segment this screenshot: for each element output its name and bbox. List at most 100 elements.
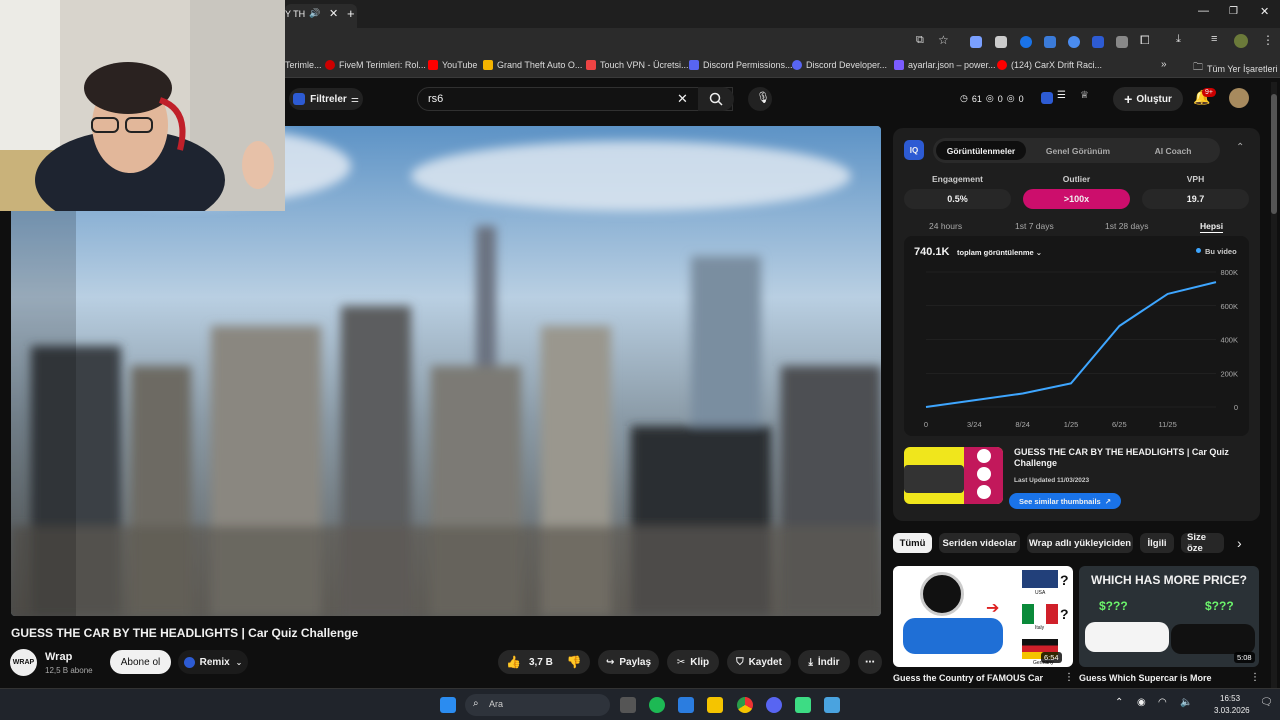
extension-icon[interactable] <box>1020 36 1032 48</box>
more-icon[interactable]: ⋮ <box>1064 672 1074 683</box>
bookmark-item[interactable]: YouTube <box>428 60 477 70</box>
range-28d[interactable]: 1st 28 days <box>1105 221 1148 231</box>
bookmark-item[interactable]: Grand Theft Auto O... <box>483 60 582 70</box>
clear-search-icon[interactable]: ✕ <box>677 91 688 107</box>
menu-icon[interactable]: ≡ <box>1211 33 1217 45</box>
bookmark-item[interactable]: Discord Developer... <box>792 60 887 70</box>
extension-icon[interactable] <box>1116 36 1128 48</box>
bookmark-item[interactable]: FiveM Terimleri: Rol... <box>325 60 426 70</box>
tab-ai-coach[interactable]: AI Coach <box>1129 141 1217 160</box>
extension-icon[interactable] <box>995 36 1007 48</box>
chevron-up-icon[interactable]: ⌃ <box>1115 697 1123 708</box>
star-icon[interactable]: ☆ <box>938 33 949 47</box>
channel-name[interactable]: Wrap <box>45 651 72 663</box>
tab-views[interactable]: Görüntülenmeler <box>936 141 1026 160</box>
app-icon[interactable] <box>795 697 811 713</box>
rec-thumbnail-1[interactable]: ➔ USA Italy Germany ? ? 6:54 <box>893 566 1073 667</box>
bookmark-item[interactable]: Terimle... <box>285 60 322 70</box>
brand-logo-icon <box>977 467 991 481</box>
more-bookmarks-icon[interactable]: » <box>1161 59 1167 70</box>
notification-icon[interactable]: 🗨 <box>1260 697 1273 708</box>
extension-icon[interactable] <box>1092 36 1104 48</box>
vscode-icon[interactable] <box>678 697 694 713</box>
puzzle-icon[interactable]: ⧠ <box>1140 33 1150 48</box>
clock-time[interactable]: 16:53 <box>1220 694 1240 703</box>
range-24h[interactable]: 24 hours <box>929 221 962 231</box>
file-explorer-icon[interactable] <box>707 697 723 713</box>
discord-icon[interactable] <box>766 697 782 713</box>
discord-tray-icon[interactable]: ◉ <box>1137 697 1146 708</box>
views-dropdown[interactable]: toplam görüntülenme ⌄ <box>957 248 1042 257</box>
close-tab-icon[interactable]: ✕ <box>329 7 338 20</box>
like-icon[interactable]: 👍 <box>506 655 521 669</box>
bookmark-item[interactable]: ayarlar.json – power... <box>894 60 996 70</box>
trophy-icon[interactable]: ♕ <box>1080 90 1089 101</box>
window-close-icon[interactable]: ✕ <box>1260 5 1269 18</box>
extension-icon[interactable] <box>970 36 982 48</box>
extension-icon[interactable] <box>1068 36 1080 48</box>
list-icon[interactable]: ☰ <box>1057 90 1066 101</box>
wifi-icon[interactable]: ◠ <box>1158 697 1167 708</box>
maximize-icon[interactable]: ❐ <box>1229 6 1238 17</box>
all-bookmarks[interactable]: 🗀 Tüm Yer İşaretleri <box>1193 60 1278 77</box>
dislike-icon[interactable]: 👎 <box>567 655 582 669</box>
similar-thumbnails-button[interactable]: See similar thumbnails ↗ <box>1009 493 1121 509</box>
more-icon[interactable]: ⋮ <box>1262 33 1274 47</box>
chip-related[interactable]: İlgili <box>1140 533 1174 553</box>
chip-for-you[interactable]: Size öze <box>1181 533 1224 553</box>
save-button[interactable]: ⛉ Kaydet <box>727 650 791 674</box>
chip-all[interactable]: Tümü <box>893 533 932 553</box>
flag-label: Italy <box>1035 625 1045 631</box>
remix-button[interactable]: Remix ⌄ <box>178 650 248 674</box>
bookmark-item[interactable]: (124) CarX Drift Raci... <box>997 60 1102 70</box>
spotify-icon[interactable] <box>649 697 665 713</box>
chip-series[interactable]: Seriden videolar <box>939 533 1020 553</box>
subscribe-button[interactable]: Abone ol <box>110 650 171 674</box>
collapse-icon[interactable]: ⌃ <box>1236 142 1244 153</box>
extension-icon[interactable] <box>1044 36 1056 48</box>
user-avatar[interactable] <box>1229 88 1249 108</box>
cast-icon[interactable]: ⧉ <box>916 34 924 47</box>
metric-value: 19.7 <box>1186 194 1205 204</box>
scrollbar-thumb[interactable] <box>1271 94 1277 214</box>
share-button[interactable]: ↪ Paylaş <box>598 650 659 674</box>
search-button[interactable] <box>698 87 734 111</box>
app-icon[interactable] <box>824 697 840 713</box>
range-7d[interactable]: 1st 7 days <box>1015 221 1054 231</box>
bookmark-icon <box>586 60 596 70</box>
taskbar-search[interactable]: ⌕ Ara <box>465 694 610 716</box>
video-thumbnail[interactable] <box>904 447 1003 504</box>
more-actions-button[interactable]: ⋯ <box>858 650 882 674</box>
rec-title-1[interactable]: Guess the Country of FAMOUS Car <box>893 673 1043 683</box>
task-view-icon[interactable] <box>620 697 636 713</box>
filters-button[interactable]: Filtreler ⚌ <box>289 88 363 110</box>
search-input[interactable]: rs6 ✕ <box>417 87 733 111</box>
new-tab-icon[interactable]: + <box>347 6 355 21</box>
voice-search-button[interactable]: 🎙 <box>748 87 772 111</box>
rec-title-2[interactable]: Guess Which Supercar is More <box>1079 673 1212 683</box>
bookmark-item[interactable]: Discord Permissions... <box>689 60 793 70</box>
download-icon[interactable]: ⤓ <box>1176 33 1181 46</box>
audio-icon[interactable]: 🔊 <box>309 8 320 19</box>
chip-uploader[interactable]: Wrap adlı yükleyiciden <box>1027 533 1133 553</box>
clock-date[interactable]: 3.03.2026 <box>1214 706 1250 715</box>
clip-button[interactable]: ✂ Klip <box>667 650 719 674</box>
volume-icon[interactable]: 🔈 <box>1180 697 1192 708</box>
rec-thumbnail-2[interactable]: WHICH HAS MORE PRICE? $??? $??? 5:08 <box>1079 566 1259 667</box>
tab-overview[interactable]: Genel Görünüm <box>1033 141 1123 160</box>
profile-avatar[interactable] <box>1234 34 1248 48</box>
iq-icon <box>183 656 195 668</box>
chrome-icon[interactable] <box>737 697 753 713</box>
range-all[interactable]: Hepsi <box>1200 221 1224 233</box>
more-icon[interactable]: ⋮ <box>1250 672 1260 683</box>
channel-avatar[interactable]: WRAP <box>10 649 37 676</box>
download-button[interactable]: ⤓ İndir <box>798 650 850 674</box>
chart-card: 740.1K toplam görüntülenme ⌄ Bu video 0 2… <box>904 236 1249 436</box>
chevron-right-icon[interactable]: › <box>1237 535 1242 551</box>
windows-start-icon[interactable] <box>440 697 456 713</box>
iq-icon[interactable] <box>1041 92 1053 104</box>
scrollbar[interactable] <box>1271 82 1277 688</box>
create-button[interactable]: + Oluştur <box>1113 87 1183 111</box>
minimize-icon[interactable]: — <box>1198 5 1209 17</box>
bookmark-item[interactable]: Touch VPN - Ücretsi... <box>586 60 689 70</box>
